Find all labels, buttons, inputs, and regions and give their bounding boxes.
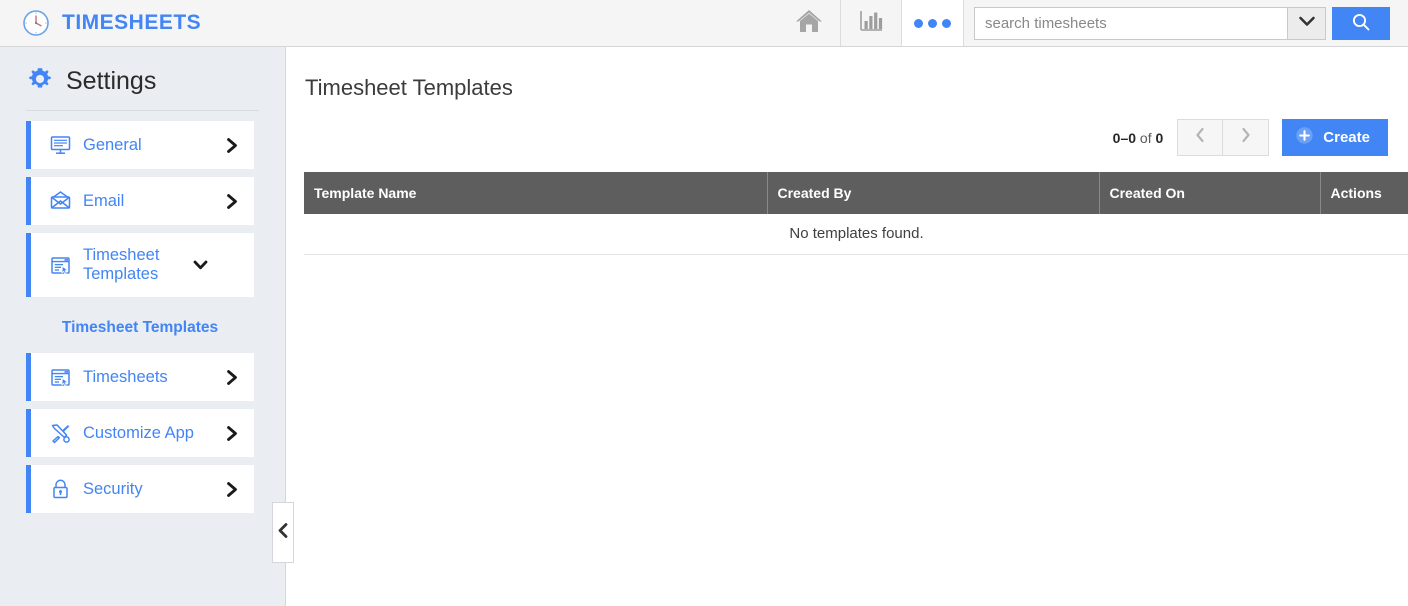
search-input[interactable] (975, 7, 1287, 39)
bar-chart-icon (857, 7, 885, 40)
search-box (974, 6, 1326, 40)
template-window-icon (48, 366, 72, 389)
templates-table: Template Name Created By Created On Acti… (304, 172, 1408, 255)
chevron-right-icon (225, 193, 244, 210)
column-header-actions[interactable]: Actions (1320, 172, 1408, 214)
clock-icon (22, 9, 50, 37)
sidebar-item-label: Timesheet Templates (83, 246, 160, 283)
pagination-next-button[interactable] (1223, 119, 1270, 156)
sidebar-item-label: Customize App (83, 423, 194, 442)
reports-button[interactable] (840, 0, 902, 46)
chevron-left-icon (1192, 125, 1208, 150)
chevron-right-icon (225, 425, 244, 442)
settings-title: Settings (66, 67, 157, 95)
plus-circle-icon (1295, 126, 1314, 149)
column-header-created-by[interactable]: Created By (767, 172, 1100, 214)
chevron-down-icon (192, 258, 213, 272)
template-window-icon (48, 254, 72, 277)
sidebar-item-timesheets[interactable]: Timesheets (26, 353, 254, 401)
top-bar-spacer (201, 0, 778, 46)
settings-divider (26, 110, 259, 111)
table-header-row: Template Name Created By Created On Acti… (304, 172, 1408, 214)
pagination-of: of (1139, 129, 1152, 146)
settings-header: Settings (0, 47, 285, 110)
sidebar-item-general[interactable]: General (26, 121, 254, 169)
table-header: Template Name Created By Created On Acti… (304, 172, 1408, 214)
create-button[interactable]: Create (1282, 119, 1388, 156)
chevron-right-icon (1238, 125, 1254, 150)
chevron-down-icon (1298, 14, 1316, 32)
sidebar-section-label: Timesheet Templates (61, 319, 219, 336)
monitor-icon (48, 134, 72, 157)
table-body: No templates found. (304, 214, 1408, 255)
search-scope-dropdown[interactable] (1287, 7, 1325, 39)
empty-message: No templates found. (304, 214, 1408, 255)
sidebar-item-customize-app[interactable]: Customize App (26, 409, 254, 457)
brand-title: TIMESHEETS (62, 11, 202, 34)
main-content: Timesheet Templates 0–0 of 0 Create Temp… (287, 47, 1408, 606)
search-button[interactable] (1332, 6, 1390, 40)
search-icon (1351, 12, 1371, 35)
sidebar-item-label: General (83, 135, 142, 154)
home-icon (793, 6, 825, 41)
tools-icon (48, 422, 72, 445)
lock-icon (48, 478, 72, 501)
chevron-right-icon (225, 481, 244, 498)
gear-icon (26, 65, 54, 98)
page-title: Timesheet Templates (305, 75, 513, 100)
more-button[interactable] (902, 0, 964, 46)
envelope-icon (48, 190, 72, 213)
create-button-label: Create (1323, 129, 1370, 146)
table-empty-row: No templates found. (304, 214, 1408, 255)
sidebar-item-timesheet-templates[interactable]: Timesheet Templates (26, 233, 254, 297)
brand[interactable]: TIMESHEETS (0, 0, 201, 46)
chevron-right-icon (225, 369, 244, 386)
top-bar: TIMESHEETS (0, 0, 1408, 47)
sidebar: Settings General Email Timesheet Templat… (0, 47, 294, 606)
sidebar-item-label: Email (83, 191, 125, 210)
pagination-total: 0 (1155, 129, 1164, 146)
sidebar-item-security[interactable]: Security (26, 465, 254, 513)
more-dots-icon (914, 18, 951, 28)
sidebar-item-email[interactable]: Email (26, 177, 254, 225)
column-header-template-name[interactable]: Template Name (304, 172, 768, 214)
home-button[interactable] (778, 0, 840, 46)
sidebar-collapse-handle[interactable] (272, 502, 294, 563)
table-toolbar: 0–0 of 0 Create (287, 101, 1408, 156)
sidebar-item-label: Timesheets (83, 367, 168, 386)
chevron-right-icon (225, 137, 244, 154)
search-area (964, 0, 1408, 46)
pagination-range: 0–0 (1112, 129, 1137, 146)
pagination-count: 0–0 of 0 (1113, 130, 1164, 146)
pagination-prev-button[interactable] (1177, 119, 1224, 156)
chevron-left-icon (277, 522, 290, 544)
column-header-created-on[interactable]: Created On (1099, 172, 1321, 214)
sidebar-item-label: Security (83, 479, 143, 498)
